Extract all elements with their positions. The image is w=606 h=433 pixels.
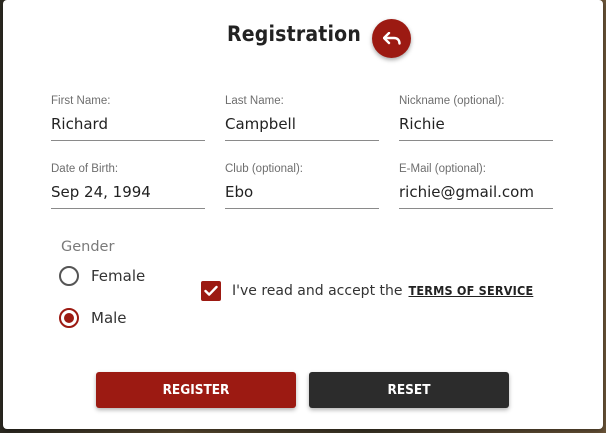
date-of-birth-input[interactable]: Sep 24, 1994 [51,181,205,209]
female-label: Female [91,267,146,285]
checkmark-icon [204,285,218,296]
back-button[interactable] [372,19,411,58]
nickname-field: Nickname (optional): Richie [399,94,553,141]
terms-text: I've read and accept the TERMS OF SERVICE [232,283,533,299]
first-name-input[interactable]: Richard [51,113,205,141]
date-of-birth-label: Date of Birth: [51,163,119,175]
email-input[interactable]: richie@gmail.com [399,181,553,209]
first-name-label: First Name: [51,95,111,107]
club-input[interactable]: Ebo [225,181,379,209]
reset-button[interactable]: RESET [309,372,509,408]
nickname-label: Nickname (optional): [399,95,505,107]
male-label: Male [91,309,127,327]
email-field: E-Mail (optional): richie@gmail.com [399,162,553,209]
club-label: Club (optional): [225,163,303,175]
gender-label: Gender [61,239,115,255]
dialog-title: Registration [226,22,362,46]
undo-arrow-icon [382,31,401,45]
first-name-field: First Name: Richard [51,94,205,141]
gender-option-male[interactable]: Male [59,308,127,328]
gender-option-female[interactable]: Female [59,266,145,286]
last-name-input[interactable]: Campbell [225,113,379,141]
terms-label: I've read and accept the [232,283,403,299]
male-radio[interactable] [59,308,79,328]
terms-checkbox[interactable] [201,281,221,301]
last-name-field: Last Name: Campbell [225,94,379,141]
nickname-input[interactable]: Richie [399,113,553,141]
last-name-label: Last Name: [225,95,284,107]
female-radio[interactable] [59,266,79,286]
registration-dialog: Registration First Name: Richard Last Na… [3,0,603,429]
register-button[interactable]: REGISTER [96,372,296,408]
club-field: Club (optional): Ebo [225,162,379,209]
terms-of-service-link[interactable]: TERMS OF SERVICE [408,283,533,298]
date-of-birth-field: Date of Birth: Sep 24, 1994 [51,162,205,209]
email-label: E-Mail (optional): [399,163,486,175]
